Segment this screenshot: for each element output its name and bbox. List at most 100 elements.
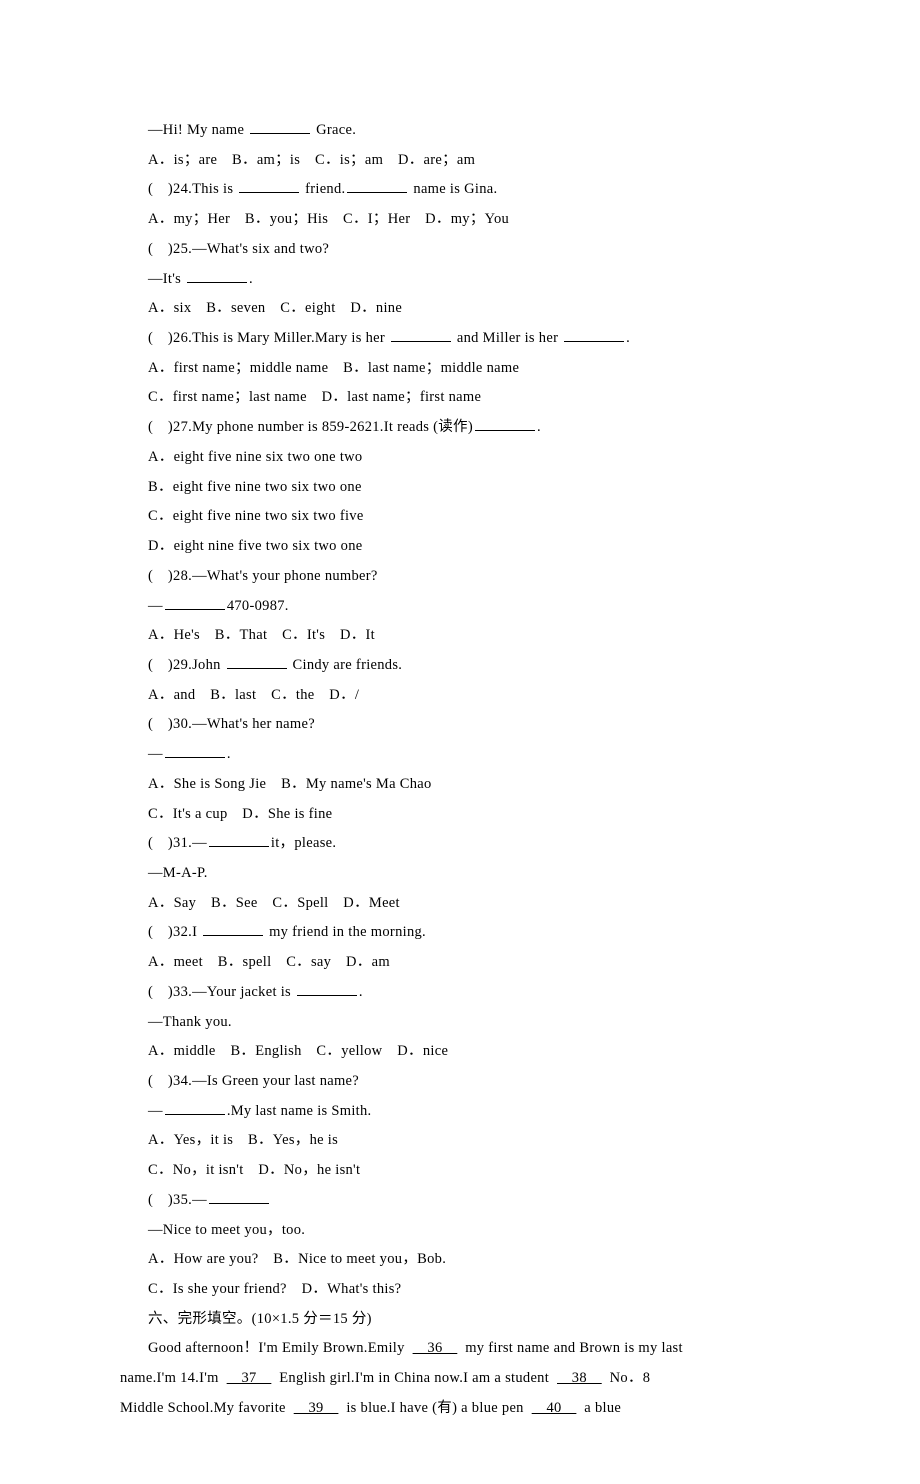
blank[interactable] bbox=[165, 743, 225, 759]
q23-line2: —Hi! My name Grace. bbox=[148, 116, 800, 146]
blank-36[interactable]: 36 bbox=[409, 1340, 462, 1356]
text: ( )31.— bbox=[148, 835, 207, 851]
blank-39[interactable]: 39 bbox=[290, 1400, 343, 1416]
text: Good afternoon！I'm Emily Brown.Emily bbox=[148, 1340, 409, 1356]
q34-options-ab: A．Yes，it is B．Yes，he is bbox=[148, 1126, 800, 1156]
text: ( )35.— bbox=[148, 1192, 207, 1208]
text: . bbox=[537, 419, 541, 435]
text: Middle School.My favorite bbox=[120, 1400, 290, 1416]
q28-options: A．He's B．That C．It's D．It bbox=[148, 621, 800, 651]
text: . bbox=[359, 984, 363, 1000]
text: ( )26.This is Mary Miller.Mary is her bbox=[148, 330, 389, 346]
q35-reply: —Nice to meet you，too. bbox=[148, 1216, 800, 1246]
q26-options-cd: C．first name；last name D．last name；first… bbox=[148, 383, 800, 413]
text: my first name and Brown is my last bbox=[461, 1340, 683, 1356]
blank[interactable] bbox=[564, 327, 624, 343]
blank[interactable] bbox=[475, 416, 535, 432]
q25-options: A．six B．seven C．eight D．nine bbox=[148, 294, 800, 324]
q31-options: A．Say B．See C．Spell D．Meet bbox=[148, 889, 800, 919]
q29-options: A．and B．last C．the D．/ bbox=[148, 681, 800, 711]
blank[interactable] bbox=[250, 119, 310, 135]
q34: ( )34.—Is Green your last name? bbox=[148, 1067, 800, 1097]
q27-c: C．eight five nine two six two five bbox=[148, 502, 800, 532]
text: my friend in the morning. bbox=[265, 924, 426, 940]
text: —It's bbox=[148, 271, 185, 287]
blank[interactable] bbox=[227, 653, 287, 669]
q27-b: B．eight five nine two six two one bbox=[148, 473, 800, 503]
q27-d: D．eight nine five two six two one bbox=[148, 532, 800, 562]
text: Cindy are friends. bbox=[289, 657, 403, 673]
q35: ( )35.— bbox=[148, 1186, 800, 1216]
q35-options-ab: A．How are you? B．Nice to meet you，Bob. bbox=[148, 1245, 800, 1275]
q28-reply: — 470-0987. bbox=[148, 592, 800, 622]
q30-reply: —. bbox=[148, 740, 800, 770]
q33-options: A．middle B．English C．yellow D．nice bbox=[148, 1037, 800, 1067]
q33: ( )33.—Your jacket is . bbox=[148, 978, 800, 1008]
blank[interactable] bbox=[347, 178, 407, 194]
text: English girl.I'm in China now.I am a stu… bbox=[275, 1370, 553, 1386]
text: . bbox=[626, 330, 630, 346]
text: friend. bbox=[301, 181, 345, 197]
text: name.I'm 14.I'm bbox=[120, 1370, 223, 1386]
blank-40[interactable]: 40 bbox=[528, 1400, 581, 1416]
blank[interactable] bbox=[165, 1099, 225, 1115]
text: Grace. bbox=[312, 122, 356, 138]
q30-options-ab: A．She is Song Jie B．My name's Ma Chao bbox=[148, 770, 800, 800]
text: and Miller is her bbox=[453, 330, 562, 346]
text: .My last name is Smith. bbox=[227, 1103, 372, 1119]
q31: ( )31.— it，please. bbox=[148, 829, 800, 859]
blank[interactable] bbox=[297, 980, 357, 996]
q23-options: A．is；are B．am；is C．is；am D．are；am bbox=[148, 146, 800, 176]
q31-reply: —M-A-P. bbox=[148, 859, 800, 889]
blank[interactable] bbox=[187, 267, 247, 283]
blank-37[interactable]: 37 bbox=[223, 1370, 276, 1386]
text: 470-0987. bbox=[227, 598, 289, 614]
blank[interactable] bbox=[209, 1188, 269, 1204]
q27-a: A．eight five nine six two one two bbox=[148, 443, 800, 473]
q35-options-cd: C．Is she your friend? D．What's this? bbox=[148, 1275, 800, 1305]
blank[interactable] bbox=[239, 178, 299, 194]
text: ( )29.John bbox=[148, 657, 225, 673]
cloze-passage: Good afternoon！I'm Emily Brown.Emily 36 … bbox=[120, 1334, 800, 1423]
text: —Hi! My name bbox=[148, 122, 248, 138]
text: No．8 bbox=[606, 1370, 651, 1386]
q30-options-cd: C．It's a cup D．She is fine bbox=[148, 800, 800, 830]
blank[interactable] bbox=[203, 921, 263, 937]
q28: ( )28.—What's your phone number? bbox=[148, 562, 800, 592]
text: name is Gina. bbox=[409, 181, 497, 197]
q26: ( )26.This is Mary Miller.Mary is her an… bbox=[148, 324, 800, 354]
q25: ( )25.—What's six and two? bbox=[148, 235, 800, 265]
text: — bbox=[148, 598, 163, 614]
q24-options: A．my；Her B．you；His C．I；Her D．my；You bbox=[148, 205, 800, 235]
text: ( )32.I bbox=[148, 924, 201, 940]
blank[interactable] bbox=[165, 594, 225, 610]
q26-options-ab: A．first name；middle name B．last name；mid… bbox=[148, 354, 800, 384]
q27: ( )27.My phone number is 859-2621.It rea… bbox=[148, 413, 800, 443]
passage-line1: Good afternoon！I'm Emily Brown.Emily 36 … bbox=[120, 1334, 800, 1364]
text: . bbox=[249, 271, 253, 287]
q29: ( )29.John Cindy are friends. bbox=[148, 651, 800, 681]
q34-options-cd: C．No，it isn't D．No，he isn't bbox=[148, 1156, 800, 1186]
blank-38[interactable]: 38 bbox=[553, 1370, 606, 1386]
text: ( )33.—Your jacket is bbox=[148, 984, 295, 1000]
q24: ( )24.This is friend. name is Gina. bbox=[148, 175, 800, 205]
passage-line3: Middle School.My favorite 39 is blue.I h… bbox=[120, 1394, 800, 1424]
section-6-heading: 六、完形填空。(10×1.5 分＝15 分) bbox=[148, 1305, 800, 1335]
text: a blue bbox=[580, 1400, 621, 1416]
blank[interactable] bbox=[209, 832, 269, 848]
text: ( )27.My phone number is 859-2621.It rea… bbox=[148, 419, 473, 435]
text: — bbox=[148, 1103, 163, 1119]
q32-options: A．meet B．spell C．say D．am bbox=[148, 948, 800, 978]
text: . bbox=[227, 746, 231, 762]
q34-reply: — .My last name is Smith. bbox=[148, 1097, 800, 1127]
text: it，please. bbox=[271, 835, 336, 851]
text: ( )24.This is bbox=[148, 181, 237, 197]
passage-line2: name.I'm 14.I'm 37 English girl.I'm in C… bbox=[120, 1364, 800, 1394]
blank[interactable] bbox=[391, 327, 451, 343]
q25-reply: —It's . bbox=[148, 265, 800, 295]
text: — bbox=[148, 746, 163, 762]
q30: ( )30.—What's her name? bbox=[148, 710, 800, 740]
q33-reply: —Thank you. bbox=[148, 1008, 800, 1038]
q32: ( )32.I my friend in the morning. bbox=[148, 918, 800, 948]
text: is blue.I have (有) a blue pen bbox=[342, 1400, 527, 1416]
